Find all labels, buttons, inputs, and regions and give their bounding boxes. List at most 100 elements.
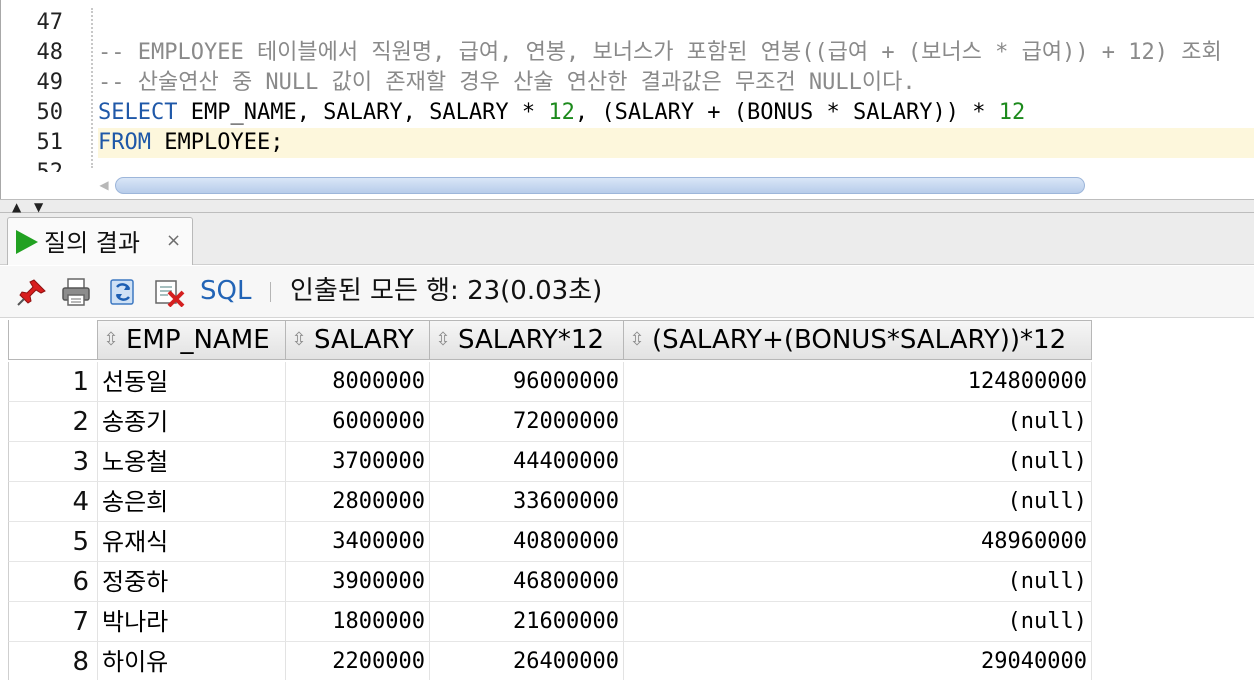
line-number: 47	[36, 10, 64, 35]
column-header-emp-name[interactable]: ⇳ EMP_NAME	[98, 320, 286, 360]
cell-salary-12[interactable]: 21600000	[430, 602, 624, 642]
table-row[interactable]: 6 정중하 3900000 46800000 (null)	[0, 562, 1254, 602]
scrollbar-thumb[interactable]	[115, 177, 1085, 194]
cell-total[interactable]: 124800000	[624, 362, 1092, 402]
horizontal-scrollbar[interactable]: ◀	[93, 172, 1254, 199]
line-number: 52	[1, 158, 64, 172]
panel-splitter[interactable]: ▲ ▼	[0, 199, 1254, 213]
row-number: 1	[8, 362, 98, 402]
cell-emp-name[interactable]: 노옹철	[98, 442, 286, 482]
cell-salary[interactable]: 3400000	[286, 522, 430, 562]
code-line-comment[interactable]: -- EMPLOYEE 테이블에서 직원명, 급여, 연봉, 보너스가 포함된 …	[98, 38, 1222, 68]
table-row[interactable]: 4 송은희 2800000 33600000 (null)	[0, 482, 1254, 522]
column-header-salary[interactable]: ⇳ SALARY	[286, 320, 430, 360]
pin-icon[interactable]	[16, 277, 48, 307]
cell-emp-name[interactable]: 하이유	[98, 642, 286, 680]
tab-query-result[interactable]: 질의 결과 ×	[7, 217, 193, 265]
fold-guide	[91, 8, 93, 168]
cell-salary-12[interactable]: 46800000	[430, 562, 624, 602]
cell-total[interactable]: 29040000	[624, 642, 1092, 680]
play-icon	[16, 230, 38, 254]
cell-salary[interactable]: 2200000	[286, 642, 430, 680]
cell-salary-12[interactable]: 44400000	[430, 442, 624, 482]
cell-total[interactable]: (null)	[624, 562, 1092, 602]
code-line-from[interactable]: FROM EMPLOYEE;	[98, 128, 1254, 158]
cell-total[interactable]: (null)	[624, 602, 1092, 642]
cell-salary-12[interactable]: 96000000	[430, 362, 624, 402]
cell-total[interactable]: (null)	[624, 442, 1092, 482]
toolbar-separator	[270, 282, 271, 302]
cell-salary[interactable]: 3900000	[286, 562, 430, 602]
code-line-comment[interactable]: -- 산술연산 중 NULL 값이 존재할 경우 산술 연산한 결과값은 무조건…	[98, 68, 916, 98]
code-area[interactable]: -- EMPLOYEE 테이블에서 직원명, 급여, 연봉, 보너스가 포함된 …	[98, 0, 1254, 172]
cell-total[interactable]: 48960000	[624, 522, 1092, 562]
cell-emp-name[interactable]: 선동일	[98, 362, 286, 402]
fetch-status-text: 인출된 모든 행: 23(0.03초)	[290, 276, 603, 306]
row-number: 5	[8, 522, 98, 562]
code-text: EMPLOYEE;	[150, 130, 284, 155]
cell-salary-12[interactable]: 33600000	[430, 482, 624, 522]
code-text: EMP_NAME, SALARY, SALARY *	[177, 100, 549, 125]
grid-header: ⇳ EMP_NAME ⇳ SALARY ⇳ SALARY*12 ⇳ (SALARY+(B…	[0, 318, 1254, 362]
row-number: 2	[8, 402, 98, 442]
row-number-header	[8, 320, 98, 360]
print-icon[interactable]	[60, 277, 92, 307]
close-icon[interactable]: ×	[166, 228, 181, 254]
results-grid[interactable]: ⇳ EMP_NAME ⇳ SALARY ⇳ SALARY*12 ⇳ (SALARY+(B…	[0, 318, 1254, 680]
sort-icon[interactable]: ⇳	[434, 321, 452, 359]
cell-emp-name[interactable]: 송은희	[98, 482, 286, 522]
row-number: 6	[8, 562, 98, 602]
column-header-label: (SALARY+(BONUS*SALARY))*12	[652, 325, 1067, 355]
line-number: 48	[36, 40, 64, 65]
collapse-up-arrow-icon[interactable]: ▲	[12, 201, 21, 213]
code-text: , (SALARY + (BONUS * SALARY)) *	[574, 100, 999, 125]
cell-salary[interactable]: 3700000	[286, 442, 430, 482]
cell-emp-name[interactable]: 송종기	[98, 402, 286, 442]
number-literal: 12	[548, 100, 575, 125]
column-header-label: SALARY	[314, 325, 414, 355]
delete-icon[interactable]	[153, 277, 185, 307]
cell-total[interactable]: (null)	[624, 402, 1092, 442]
table-row[interactable]: 7 박나라 1800000 21600000 (null)	[0, 602, 1254, 642]
cell-emp-name[interactable]: 박나라	[98, 602, 286, 642]
cell-salary-12[interactable]: 26400000	[430, 642, 624, 680]
sort-icon[interactable]: ⇳	[290, 321, 308, 359]
sql-editor[interactable]: 47 48 49 50 51 52 -- EMPLOYEE 테이블에서 직원명,…	[0, 0, 1254, 199]
tab-label: 질의 결과	[44, 229, 140, 257]
row-number: 8	[8, 642, 98, 680]
line-number-gutter: 47 48 49 50 51 52	[1, 0, 91, 172]
row-number: 4	[8, 482, 98, 522]
sql-button[interactable]: SQL	[200, 275, 251, 307]
cell-salary[interactable]: 1800000	[286, 602, 430, 642]
cell-salary[interactable]: 8000000	[286, 362, 430, 402]
keyword-from: FROM	[98, 130, 151, 155]
collapse-down-arrow-icon[interactable]: ▼	[34, 201, 43, 213]
refresh-icon[interactable]	[107, 277, 139, 307]
cell-emp-name[interactable]: 정중하	[98, 562, 286, 602]
sort-icon[interactable]: ⇳	[628, 321, 646, 359]
column-header-total-with-bonus[interactable]: ⇳ (SALARY+(BONUS*SALARY))*12	[624, 320, 1092, 360]
number-literal: 12	[998, 100, 1026, 125]
cell-salary[interactable]: 6000000	[286, 402, 430, 442]
cell-total[interactable]: (null)	[624, 482, 1092, 522]
column-header-label: EMP_NAME	[126, 325, 270, 355]
row-number: 7	[8, 602, 98, 642]
sort-icon[interactable]: ⇳	[102, 321, 120, 359]
keyword-select: SELECT	[98, 100, 178, 125]
scroll-left-arrow-icon[interactable]: ◀	[97, 177, 111, 194]
results-tab-bar: 질의 결과 ×	[0, 213, 1254, 265]
table-row[interactable]: 3 노옹철 3700000 44400000 (null)	[0, 442, 1254, 482]
line-number: 51	[36, 130, 64, 155]
cell-salary-12[interactable]: 72000000	[430, 402, 624, 442]
cell-salary-12[interactable]: 40800000	[430, 522, 624, 562]
table-row[interactable]: 8 하이유 2200000 26400000 29040000	[0, 642, 1254, 680]
results-toolbar: SQL 인출된 모든 행: 23(0.03초)	[0, 266, 1254, 318]
column-header-salary-12[interactable]: ⇳ SALARY*12	[430, 320, 624, 360]
cell-emp-name[interactable]: 유재식	[98, 522, 286, 562]
code-line-select[interactable]: SELECT EMP_NAME, SALARY, SALARY * 12, (S…	[98, 98, 1025, 128]
cell-salary[interactable]: 2800000	[286, 482, 430, 522]
column-header-label: SALARY*12	[458, 325, 605, 355]
table-row[interactable]: 1 선동일 8000000 96000000 124800000	[0, 362, 1254, 402]
table-row[interactable]: 5 유재식 3400000 40800000 48960000	[0, 522, 1254, 562]
table-row[interactable]: 2 송종기 6000000 72000000 (null)	[0, 402, 1254, 442]
